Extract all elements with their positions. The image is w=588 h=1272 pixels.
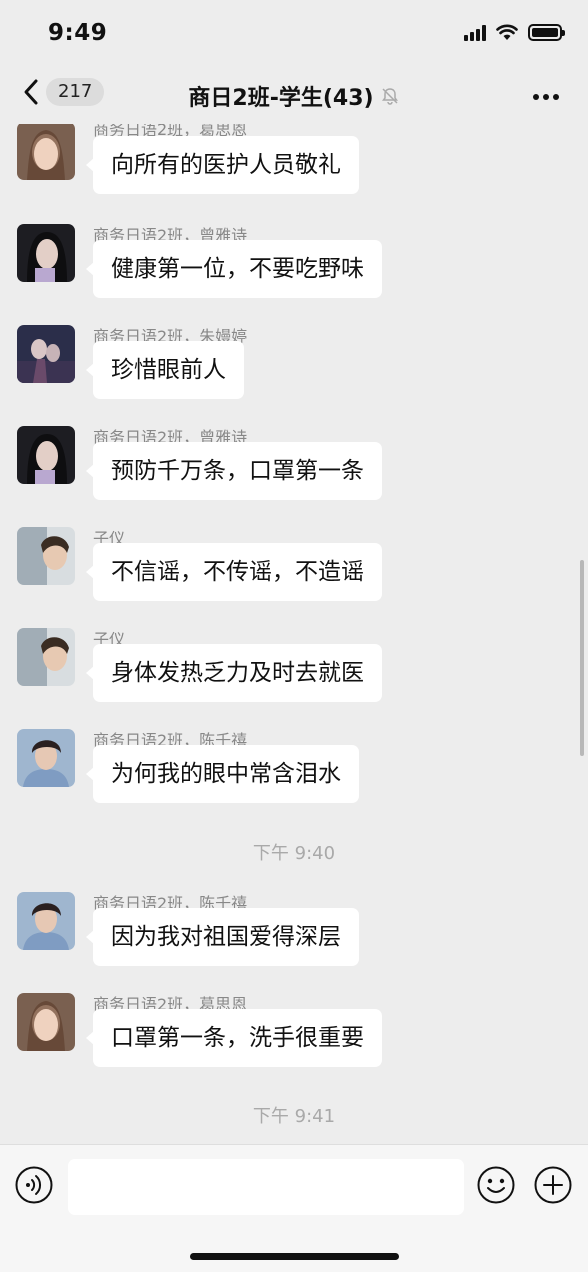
message-bubble[interactable]: 口罩第一条，洗手很重要 — [86, 1009, 382, 1067]
more-button[interactable] — [532, 86, 560, 105]
status-icons — [464, 24, 565, 41]
voice-button[interactable] — [14, 1165, 54, 1209]
message-item: 商务日语2班，陈千禧 因为我对祖国爱得深层 — [0, 892, 588, 988]
message-bubble[interactable]: 为何我的眼中常含泪水 — [86, 745, 359, 803]
avatar[interactable] — [17, 628, 75, 686]
message-bubble[interactable]: 身体发热乏力及时去就医 — [86, 644, 382, 702]
time-separator: 下午 9:40 — [252, 843, 336, 864]
avatar[interactable] — [17, 993, 75, 1051]
chat-area[interactable]: 商务日语2班，葛思恩 向所有的医护人员敬礼 商务日语2班，曾雅诗 健康第一位，不… — [0, 124, 588, 1144]
scrollbar[interactable] — [580, 560, 584, 756]
message-item: 商务日语2班，曾雅诗 预防千万条，口罩第一条 — [0, 426, 588, 522]
chat-title-wrap: 商日2班-学生(43) — [0, 80, 588, 112]
message-bubble[interactable]: 向所有的医护人员敬礼 — [86, 136, 359, 194]
message-bubble[interactable]: 因为我对祖国爱得深层 — [86, 908, 359, 966]
avatar[interactable] — [17, 729, 75, 787]
avatar[interactable] — [17, 892, 75, 950]
avatar[interactable] — [17, 124, 75, 180]
signal-icon — [464, 24, 486, 41]
emoji-icon — [477, 1166, 515, 1204]
message-bubble[interactable]: 健康第一位，不要吃野味 — [86, 240, 382, 298]
more-icon — [533, 94, 559, 100]
mute-bell-icon — [381, 88, 398, 105]
status-time: 9:49 — [48, 20, 108, 46]
wifi-icon — [496, 24, 518, 40]
chat-title: 商日2班-学生(43) — [188, 86, 374, 111]
plus-icon — [534, 1166, 572, 1204]
message-input[interactable] — [68, 1159, 464, 1215]
message-item: 商务日语2班，葛思恩 口罩第一条，洗手很重要 — [0, 993, 588, 1089]
message-bubble[interactable]: 不信谣，不传谣，不造谣 — [86, 543, 382, 601]
avatar[interactable] — [17, 224, 75, 282]
message-bubble[interactable]: 预防千万条，口罩第一条 — [86, 442, 382, 500]
home-indicator[interactable] — [190, 1253, 399, 1260]
message-item: 子仪 不信谣，不传谣，不造谣 — [0, 527, 588, 623]
avatar[interactable] — [17, 426, 75, 484]
message-bubble[interactable]: 珍惜眼前人 — [86, 341, 244, 399]
battery-icon — [528, 24, 565, 41]
message-item: 商务日语2班，朱嫚婷 珍惜眼前人 — [0, 325, 588, 421]
message-item: 商务日语2班，曾雅诗 健康第一位，不要吃野味 — [0, 224, 588, 320]
emoji-button[interactable] — [476, 1165, 516, 1209]
message-item: 商务日语2班，陈千禧 为何我的眼中常含泪水 — [0, 729, 588, 825]
voice-icon — [15, 1166, 53, 1204]
avatar[interactable] — [17, 527, 75, 585]
avatar[interactable] — [17, 325, 75, 383]
time-separator: 下午 9:41 — [252, 1106, 336, 1127]
message-item: 子仪 身体发热乏力及时去就医 — [0, 628, 588, 724]
nav-bar: 217 商日2班-学生(43) — [0, 66, 588, 124]
status-bar: 9:49 — [0, 0, 588, 66]
message-item: 商务日语2班，葛思恩 向所有的医护人员敬礼 — [0, 124, 588, 218]
plus-button[interactable] — [533, 1165, 573, 1209]
